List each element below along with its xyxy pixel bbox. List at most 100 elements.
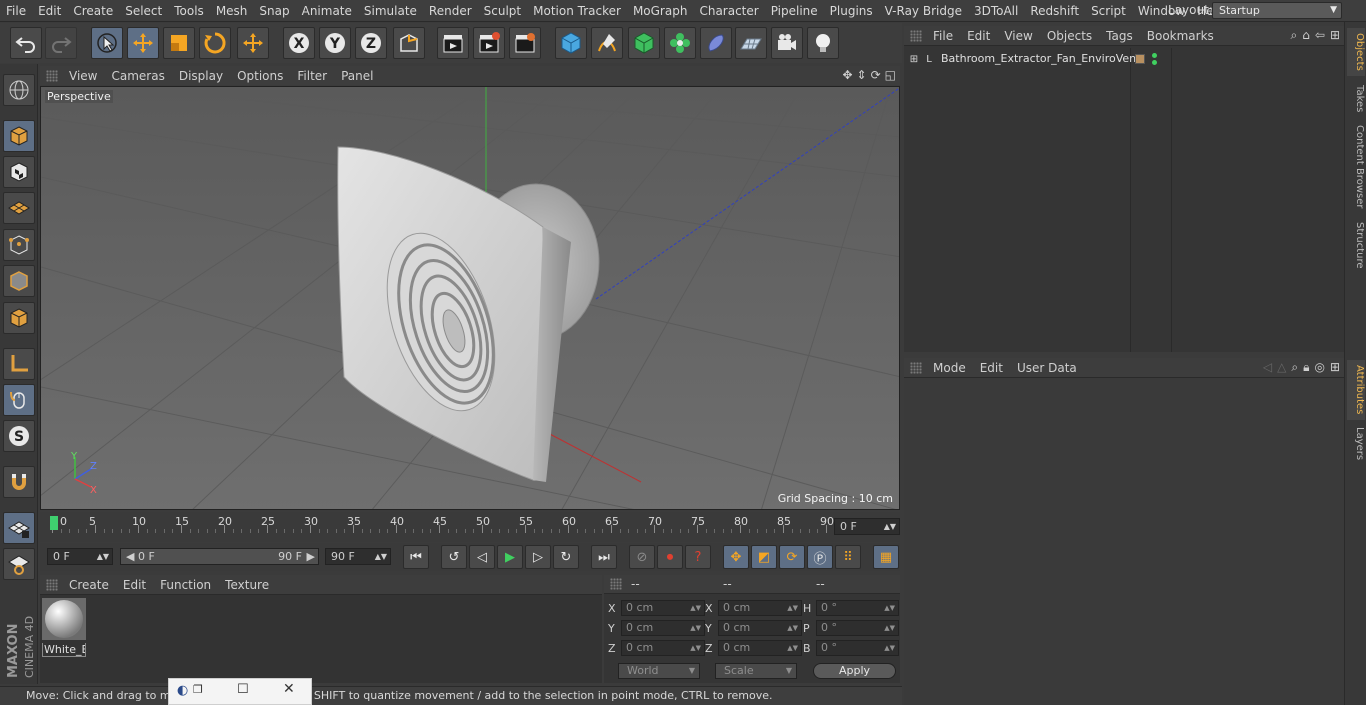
apply-button[interactable]: Apply <box>813 663 896 679</box>
menu-plugins[interactable]: Plugins <box>824 4 879 18</box>
record-scale-button[interactable]: ◩ <box>751 545 777 569</box>
magnet-snap-button[interactable] <box>3 466 35 498</box>
stepper-arrows-icon[interactable]: ▲▼ <box>787 641 798 655</box>
current-frame-field[interactable]: 0 F ▲▼ <box>834 518 900 535</box>
menu-tools[interactable]: Tools <box>168 4 210 18</box>
polygons-mode-button[interactable] <box>3 302 35 334</box>
render-settings-button[interactable] <box>509 27 541 59</box>
playhead-marker[interactable] <box>50 516 58 530</box>
frame-range-slider[interactable]: ◀ 0 F 90 F ▶ <box>120 548 319 565</box>
stepper-arrows-icon[interactable]: ▲▼ <box>690 641 701 655</box>
material-swatch[interactable]: White_E <box>42 598 86 657</box>
stepper-arrows-icon[interactable]: ▲▼ <box>884 621 895 635</box>
menu-mesh[interactable]: Mesh <box>210 4 254 18</box>
material-menu-function[interactable]: Function <box>153 578 218 592</box>
menu-pipeline[interactable]: Pipeline <box>765 4 824 18</box>
menu-script[interactable]: Script <box>1085 4 1132 18</box>
menu-sculpt[interactable]: Sculpt <box>478 4 527 18</box>
coord-value-field[interactable]: 0 ° ▲▼ <box>816 600 899 616</box>
drag-grip-icon[interactable] <box>910 361 922 374</box>
points-mode-button[interactable] <box>3 229 35 261</box>
tab-attributes[interactable]: Attributes <box>1347 360 1365 420</box>
goto-next-keyframe-button[interactable]: ↻ <box>553 545 579 569</box>
tab-takes[interactable]: Takes <box>1347 82 1365 116</box>
arrow-up-icon[interactable]: △ <box>1277 360 1286 375</box>
subdivision-surface-button[interactable] <box>628 27 660 59</box>
z-axis-lock-button[interactable]: Z <box>355 27 387 59</box>
viewport-menu-display[interactable]: Display <box>172 69 230 83</box>
x-axis-lock-button[interactable]: X <box>283 27 315 59</box>
object-name[interactable]: Bathroom_Extractor_Fan_EnviroVent <box>941 52 1140 65</box>
record-rotation-button[interactable]: ⟳ <box>779 545 805 569</box>
maximize-window-icon[interactable]: ☐ <box>237 682 249 697</box>
material-menu-texture[interactable]: Texture <box>218 578 276 592</box>
coordinate-mode-dropdown[interactable]: World ▼ <box>618 663 700 679</box>
pen-spline-button[interactable] <box>591 27 623 59</box>
viewport-menu-panel[interactable]: Panel <box>334 69 380 83</box>
size-mode-dropdown[interactable]: Scale ▼ <box>715 663 797 679</box>
drag-grip-icon[interactable] <box>910 29 922 42</box>
minimized-window-thumb[interactable]: ◐ ❐ ☐ ✕ <box>168 678 312 705</box>
arrow-left-icon[interactable]: ◁ <box>1263 360 1272 375</box>
timeline-window-button[interactable]: ▦ <box>873 545 899 569</box>
camera-button[interactable] <box>771 27 803 59</box>
material-menu-edit[interactable]: Edit <box>116 578 153 592</box>
object-row-fan[interactable]: ⊞ L Bathroom_Extractor_Fan_EnviroVent <box>904 50 1344 68</box>
stepper-arrows-icon[interactable]: ▲▼ <box>690 621 701 635</box>
light-button[interactable] <box>807 27 839 59</box>
expand-plus-icon[interactable]: ⊞ <box>908 53 920 65</box>
record-parameter-button[interactable]: Ⓟ <box>807 545 833 569</box>
tweak-mode-button[interactable] <box>3 384 35 416</box>
start-frame-field[interactable]: 0 F ▲▼ <box>47 548 113 565</box>
record-position-button[interactable]: ✥ <box>723 545 749 569</box>
search-icon[interactable]: ⌕ <box>1291 28 1298 43</box>
viewport-menu-view[interactable]: View <box>62 69 104 83</box>
menu-render[interactable]: Render <box>423 4 478 18</box>
live-selection-button[interactable] <box>91 27 123 59</box>
goto-end-button[interactable]: ⏭ <box>591 545 617 569</box>
previous-frame-button[interactable]: ◁ <box>469 545 495 569</box>
back-arrow-icon[interactable]: ⇦ <box>1315 28 1325 43</box>
stepper-arrows-icon[interactable]: ▲▼ <box>787 621 798 635</box>
render-view-button[interactable] <box>437 27 469 59</box>
make-editable-button[interactable] <box>3 74 35 106</box>
tab-layers[interactable]: Layers <box>1347 426 1365 462</box>
coord-value-field[interactable]: 0 cm ▲▼ <box>718 640 802 656</box>
tab-structure[interactable]: Structure <box>1347 220 1365 270</box>
viewport-move-icon[interactable]: ✥ <box>842 68 852 82</box>
snap-button[interactable]: S <box>3 420 35 452</box>
coord-value-field[interactable]: 0 cm ▲▼ <box>718 620 802 636</box>
viewport-zoom-icon[interactable]: ⇕ <box>857 68 867 82</box>
timeline-ticks[interactable]: 0 5 10 15 20 25 30 35 40 45 50 55 60 65 70 75 80 85 90 <box>50 515 834 533</box>
record-active-objects-button[interactable]: ⏺ <box>657 545 683 569</box>
drag-grip-icon[interactable] <box>610 578 622 590</box>
play-forward-button[interactable]: ▶ <box>497 545 523 569</box>
stepper-arrows-icon[interactable]: ▲▼ <box>690 601 701 615</box>
menu-simulate[interactable]: Simulate <box>358 4 423 18</box>
3d-viewport[interactable]: Y Z X Perspective Grid Spacing : 10 cm <box>40 86 900 510</box>
range-right-arrow-icon[interactable]: ▶ <box>307 549 315 564</box>
objects-menu-objects[interactable]: Objects <box>1040 29 1099 43</box>
objects-menu-bookmarks[interactable]: Bookmarks <box>1140 29 1221 43</box>
undo-button[interactable] <box>10 27 42 59</box>
menu-mograph[interactable]: MoGraph <box>627 4 694 18</box>
close-window-icon[interactable]: ✕ <box>283 681 295 697</box>
attributes-menu-edit[interactable]: Edit <box>973 361 1010 375</box>
menu-snap[interactable]: Snap <box>253 4 295 18</box>
stepper-arrows-icon[interactable]: ▲▼ <box>884 641 895 655</box>
objects-menu-edit[interactable]: Edit <box>960 29 997 43</box>
lock-icon[interactable]: 🔒︎ <box>1303 360 1309 375</box>
editor-visibility-dot[interactable] <box>1152 53 1157 58</box>
new-window-icon[interactable]: ⊞ <box>1330 28 1340 43</box>
menu-motion-tracker[interactable]: Motion Tracker <box>527 4 627 18</box>
texture-mode-button[interactable] <box>3 156 35 188</box>
coord-value-field[interactable]: 0 ° ▲▼ <box>816 620 899 636</box>
next-frame-button[interactable]: ▷ <box>525 545 551 569</box>
cloner-button[interactable] <box>664 27 696 59</box>
viewport-menu-filter[interactable]: Filter <box>290 69 334 83</box>
coord-value-field[interactable]: 0 ° ▲▼ <box>816 640 899 656</box>
floor-button[interactable] <box>735 27 767 59</box>
goto-previous-keyframe-button[interactable]: ↺ <box>441 545 467 569</box>
menu-select[interactable]: Select <box>119 4 168 18</box>
viewport-menu-options[interactable]: Options <box>230 69 290 83</box>
